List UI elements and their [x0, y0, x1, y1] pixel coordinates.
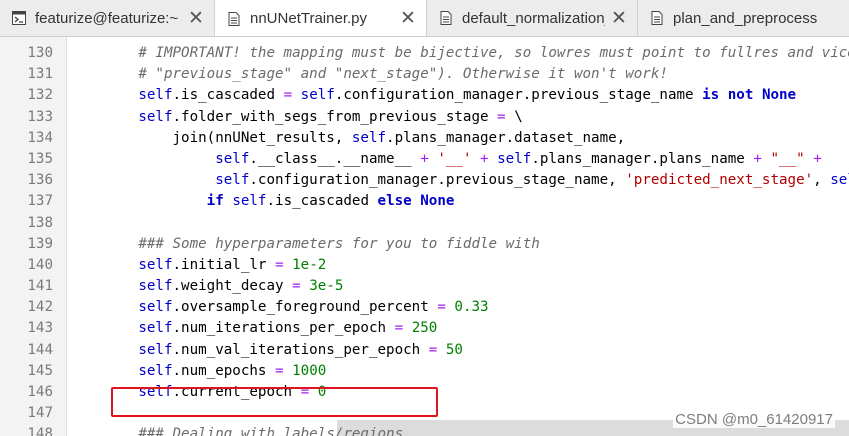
code-line[interactable]: 139 ### Some hyperparameters for you to … — [0, 234, 849, 255]
code-line[interactable]: 135 self.__class__.__name__ + '__' + sel… — [0, 149, 849, 170]
code-text: # IMPORTANT! the mapping must be bijecti… — [138, 45, 849, 61]
terminal-icon — [12, 11, 26, 25]
code-text: self.weight_decay = 3e-5 — [138, 278, 344, 295]
file-icon — [228, 11, 240, 26]
file-icon — [651, 11, 663, 25]
code-line[interactable]: 143 self.num_iterations_per_epoch = 250 — [0, 318, 849, 339]
tab-terminal[interactable]: featurize@featurize:~ ✕ — [0, 0, 215, 36]
line-number: 135 — [27, 150, 53, 167]
code-line[interactable]: 136 self.configuration_manager.previous_… — [0, 170, 849, 191]
line-number: 142 — [27, 299, 53, 316]
tab-label: featurize@featurize:~ — [35, 9, 179, 27]
code-text: self.is_cascaded = self.configuration_ma… — [138, 87, 797, 104]
code-line[interactable]: 142 self.oversample_foreground_percent =… — [0, 297, 849, 318]
code-line[interactable]: 144 self.num_val_iterations_per_epoch = … — [0, 340, 849, 361]
tab-label: default_normalization_schemes.py — [462, 9, 605, 27]
line-number: 148 — [27, 426, 53, 436]
code-line[interactable]: 131 # "previous_stage" and "next_stage")… — [0, 64, 849, 85]
line-number: 134 — [27, 129, 53, 146]
tab-label: plan_and_preprocess — [673, 9, 818, 27]
tab-nnunettrainer[interactable]: nnUNetTrainer.py ✕ — [215, 0, 427, 36]
close-icon[interactable]: ✕ — [609, 9, 629, 28]
code-line[interactable]: 141 self.weight_decay = 3e-5 — [0, 276, 849, 297]
code-line[interactable]: 133 self.folder_with_segs_from_previous_… — [0, 107, 849, 128]
code-area[interactable]: 130 # IMPORTANT! the mapping must be bij… — [0, 43, 849, 436]
line-number: 137 — [27, 193, 53, 210]
line-number: 131 — [27, 66, 53, 83]
code-text: self.__class__.__name__ + '__' + self.pl… — [215, 150, 822, 167]
line-number: 138 — [27, 214, 53, 231]
tab-default-normalization[interactable]: default_normalization_schemes.py ✕ — [427, 0, 638, 36]
code-line[interactable]: 134 join(nnUNet_results, self.plans_mana… — [0, 128, 849, 149]
code-line[interactable]: 137 if self.is_cascaded else None — [0, 191, 849, 212]
code-text: ### Dealing with labels/regions — [138, 426, 404, 436]
close-icon[interactable]: ✕ — [186, 9, 206, 28]
line-number: 130 — [27, 45, 53, 61]
code-text: self.num_epochs = 1000 — [138, 362, 327, 379]
close-icon[interactable]: ✕ — [398, 9, 418, 28]
code-text: # "previous_stage" and "next_stage"). Ot… — [138, 66, 668, 83]
code-text: self.configuration_manager.previous_stag… — [215, 172, 849, 189]
line-number: 147 — [27, 405, 53, 422]
line-number: 132 — [27, 87, 53, 104]
code-text: self.num_val_iterations_per_epoch = 50 — [138, 341, 463, 358]
code-line[interactable]: 138 — [0, 213, 849, 234]
tab-bar: featurize@featurize:~ ✕ nnUNetTrainer.py… — [0, 0, 849, 37]
line-number: 144 — [27, 341, 53, 358]
tab-label: nnUNetTrainer.py — [250, 10, 367, 27]
tab-plan-and-preprocess[interactable]: plan_and_preprocess — [638, 0, 849, 36]
code-editor[interactable]: 130 # IMPORTANT! the mapping must be bij… — [0, 37, 849, 436]
code-text: self.initial_lr = 1e-2 — [138, 256, 327, 273]
code-line[interactable]: 130 # IMPORTANT! the mapping must be bij… — [0, 43, 849, 64]
watermark: CSDN @m0_61420917 — [673, 411, 835, 428]
line-number: 143 — [27, 320, 53, 337]
code-line[interactable]: 140 self.initial_lr = 1e-2 — [0, 255, 849, 276]
code-text: self.oversample_foreground_percent = 0.3… — [138, 299, 489, 316]
file-icon — [440, 11, 452, 25]
code-text: self.num_iterations_per_epoch = 250 — [138, 320, 438, 337]
line-number: 136 — [27, 172, 53, 189]
line-number: 145 — [27, 362, 53, 379]
line-number: 139 — [27, 235, 53, 252]
line-number: 141 — [27, 278, 53, 295]
code-line[interactable]: 145 self.num_epochs = 1000 — [0, 361, 849, 382]
code-line[interactable]: 132 self.is_cascaded = self.configuratio… — [0, 85, 849, 106]
line-number: 133 — [27, 108, 53, 125]
code-text: ### Some hyperparameters for you to fidd… — [138, 235, 540, 252]
code-text: self.folder_with_segs_from_previous_stag… — [138, 108, 523, 125]
highlight-annotation-box — [111, 387, 438, 417]
line-number: 146 — [27, 384, 53, 400]
code-text: if self.is_cascaded else None — [206, 193, 455, 210]
line-number: 140 — [27, 256, 53, 273]
code-text: join(nnUNet_results, self.plans_manager.… — [70, 129, 626, 146]
